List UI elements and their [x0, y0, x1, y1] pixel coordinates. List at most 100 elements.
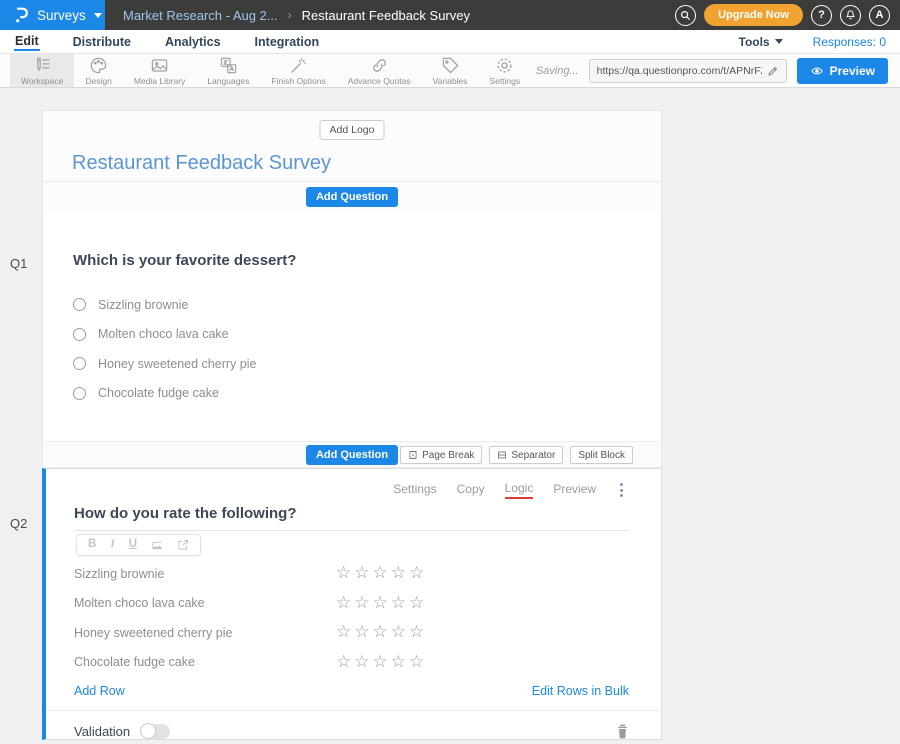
- rating-row-label[interactable]: Molten choco lava cake: [74, 596, 336, 610]
- option-label: Molten choco lava cake: [98, 327, 229, 341]
- add-row-link[interactable]: Add Row: [74, 684, 125, 698]
- radio-button-icon[interactable]: [73, 387, 86, 400]
- toolbar-item-variables[interactable]: Variables: [422, 54, 479, 87]
- option-label: Chocolate fudge cake: [98, 386, 219, 400]
- breadcrumb: Market Research - Aug 2... › Restaurant …: [123, 8, 470, 23]
- module-tabs: Edit Distribute Analytics Integration To…: [0, 30, 900, 54]
- survey-title[interactable]: Restaurant Feedback Survey: [72, 152, 331, 175]
- edit-pencil-icon[interactable]: [767, 65, 779, 77]
- question-1-text[interactable]: Which is your favorite dessert?: [73, 252, 631, 269]
- preview-button[interactable]: Preview: [797, 58, 888, 84]
- media-library-icon: [150, 56, 169, 75]
- editor-content: Q1 Q2 Add Logo Restaurant Feedback Surve…: [0, 88, 900, 744]
- toolbar-item-label: Variables: [433, 76, 468, 86]
- option-label: Sizzling brownie: [98, 298, 188, 312]
- tab-integration[interactable]: Integration: [254, 33, 321, 50]
- rating-row-label[interactable]: Sizzling brownie: [74, 567, 336, 581]
- toolbar-item-advance-quotas[interactable]: Advance Quotas: [337, 54, 422, 87]
- insert-options: Page Break Separator Split Block: [400, 446, 633, 464]
- tab-edit[interactable]: Edit: [14, 32, 40, 51]
- survey-header-section: Add Logo Restaurant Feedback Survey: [42, 110, 662, 181]
- star-rating-icons[interactable]: ☆☆☆☆☆: [336, 565, 427, 582]
- separator-icon: [497, 450, 507, 460]
- rating-row-label[interactable]: Honey sweetened cherry pie: [74, 626, 336, 640]
- search-button[interactable]: [675, 5, 696, 26]
- question-logic-link[interactable]: Logic: [505, 481, 534, 499]
- toolbar-item-media-library[interactable]: Media Library: [123, 54, 197, 87]
- breadcrumb-survey-name[interactable]: Restaurant Feedback Survey: [302, 8, 470, 23]
- add-logo-button[interactable]: Add Logo: [320, 120, 385, 140]
- notifications-button[interactable]: [840, 5, 861, 26]
- underline-icon[interactable]: U: [129, 539, 137, 551]
- delete-question-button[interactable]: [616, 724, 629, 739]
- kebab-menu-icon[interactable]: [616, 481, 627, 499]
- languages-icon: [219, 56, 238, 75]
- breadcrumb-folder[interactable]: Market Research - Aug 2...: [123, 8, 278, 23]
- tabs-right-group: Tools Responses: 0: [739, 35, 887, 49]
- star-rating-icons[interactable]: ☆☆☆☆☆: [336, 654, 427, 671]
- external-link-icon[interactable]: [177, 539, 189, 551]
- radio-button-icon[interactable]: [73, 328, 86, 341]
- question-settings-link[interactable]: Settings: [393, 482, 436, 498]
- questionpro-survey-editor: Surveys Market Research - Aug 2... › Res…: [0, 0, 900, 744]
- eye-icon: [810, 65, 824, 77]
- rating-row: Sizzling brownie ☆☆☆☆☆: [74, 559, 629, 589]
- help-button[interactable]: ?: [811, 5, 832, 26]
- toolbar-item-finish-options[interactable]: Finish Options: [260, 54, 336, 87]
- validation-toggle[interactable]: [140, 724, 170, 739]
- insert-image-icon[interactable]: [151, 540, 163, 551]
- star-rating-icons[interactable]: ☆☆☆☆☆: [336, 624, 427, 641]
- validation-label: Validation: [74, 724, 130, 739]
- separator-label: Separator: [511, 450, 555, 461]
- surveys-menu[interactable]: Surveys: [0, 0, 105, 30]
- tab-analytics[interactable]: Analytics: [164, 33, 222, 50]
- upgrade-now-button[interactable]: Upgrade Now: [704, 4, 803, 26]
- rating-row: Honey sweetened cherry pie ☆☆☆☆☆: [74, 618, 629, 648]
- edit-rows-in-bulk-link[interactable]: Edit Rows in Bulk: [532, 684, 629, 698]
- search-icon: [680, 10, 691, 21]
- toolbar-item-design[interactable]: Design: [74, 54, 122, 87]
- page-break-button[interactable]: Page Break: [400, 446, 482, 464]
- toolbar-item-label: Media Library: [134, 76, 186, 86]
- saving-status: Saving...: [536, 65, 579, 77]
- radio-button-icon[interactable]: [73, 298, 86, 311]
- rating-row-label[interactable]: Chocolate fudge cake: [74, 655, 336, 669]
- split-block-button[interactable]: Split Block: [570, 446, 633, 464]
- settings-icon: [495, 56, 514, 75]
- option-row[interactable]: Sizzling brownie: [73, 290, 631, 320]
- add-question-button[interactable]: Add Question: [306, 445, 398, 465]
- toolbar-item-label: Advance Quotas: [348, 76, 411, 86]
- question-2-text[interactable]: How do you rate the following?: [74, 505, 629, 531]
- tab-distribute[interactable]: Distribute: [72, 33, 132, 50]
- tools-label: Tools: [739, 35, 770, 49]
- option-row[interactable]: Chocolate fudge cake: [73, 379, 631, 409]
- question-2-footer: Add Row Edit Rows in Bulk: [74, 684, 629, 698]
- question-1-block[interactable]: Which is your favorite dessert? Sizzling…: [42, 211, 662, 441]
- q1-margin-label: Q1: [10, 256, 27, 271]
- italic-icon[interactable]: I: [110, 539, 114, 551]
- survey-url-box: [589, 59, 787, 83]
- avatar[interactable]: A: [869, 5, 890, 26]
- toolbar-item-languages[interactable]: Languages: [196, 54, 260, 87]
- surveys-label: Surveys: [37, 8, 86, 23]
- star-rating-icons[interactable]: ☆☆☆☆☆: [336, 595, 427, 612]
- separator-button[interactable]: Separator: [489, 446, 563, 464]
- preview-label: Preview: [830, 64, 875, 78]
- question-preview-link[interactable]: Preview: [553, 482, 596, 498]
- option-row[interactable]: Molten choco lava cake: [73, 320, 631, 350]
- tools-menu[interactable]: Tools: [739, 35, 783, 49]
- toolbar-item-label: Finish Options: [271, 76, 325, 86]
- toggle-knob: [140, 723, 156, 739]
- radio-button-icon[interactable]: [73, 357, 86, 370]
- split-block-label: Split Block: [578, 450, 625, 461]
- responses-count[interactable]: Responses: 0: [813, 35, 886, 49]
- toolbar-item-workspace[interactable]: Workspace: [10, 54, 74, 87]
- rating-rows: Sizzling brownie ☆☆☆☆☆ Molten choco lava…: [74, 559, 629, 677]
- add-question-button[interactable]: Add Question: [306, 187, 398, 207]
- bold-icon[interactable]: B: [88, 539, 96, 551]
- toolbar-item-settings[interactable]: Settings: [478, 54, 531, 87]
- survey-url-input[interactable]: [597, 65, 762, 77]
- question-copy-link[interactable]: Copy: [457, 482, 485, 498]
- option-row[interactable]: Honey sweetened cherry pie: [73, 349, 631, 379]
- question-2-block[interactable]: Settings Copy Logic Preview How do you r…: [42, 468, 662, 740]
